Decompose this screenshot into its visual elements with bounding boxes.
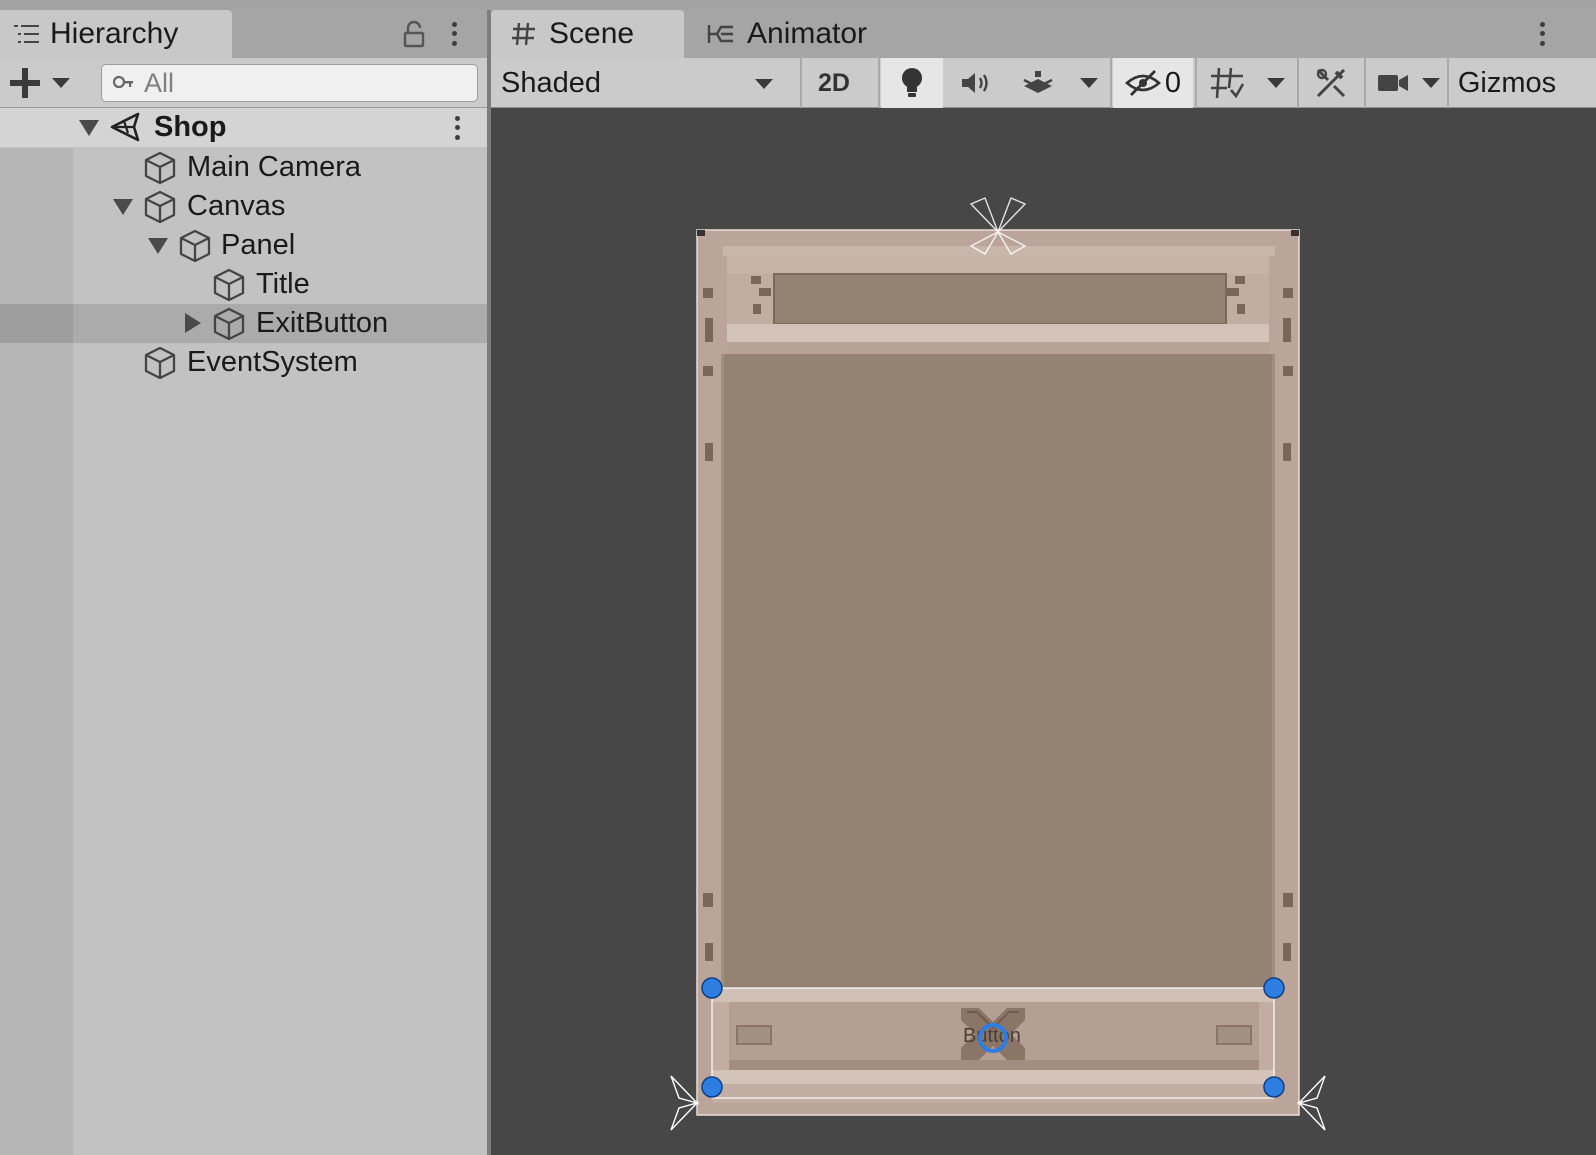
create-dropdown-button[interactable] bbox=[8, 66, 78, 100]
tree-item-label: EventSystem bbox=[187, 346, 358, 378]
tree-item-title[interactable]: Title bbox=[0, 265, 487, 304]
effects-layers-icon bbox=[1023, 71, 1053, 93]
tree-item-main-camera[interactable]: Main Camera bbox=[0, 148, 487, 187]
grid-dropdown[interactable] bbox=[1257, 58, 1295, 108]
scene-visibility-button[interactable]: 0 bbox=[1113, 58, 1193, 108]
toggle-2d-button[interactable]: 2D bbox=[803, 58, 865, 108]
camera-dropdown[interactable] bbox=[1417, 58, 1445, 108]
gizmos-label: Gizmos bbox=[1457, 66, 1557, 99]
chevron-down-icon bbox=[52, 78, 70, 88]
hierarchy-tab-label: Hierarchy bbox=[50, 17, 179, 50]
hidden-count: 0 bbox=[1164, 66, 1182, 99]
unity-scene-icon bbox=[110, 112, 140, 142]
tree-item-canvas[interactable]: Canvas bbox=[0, 187, 487, 226]
hierarchy-panel: Hierarchy All Shop Main Camera Canvas Pa… bbox=[0, 10, 487, 1155]
lighting-toggle-button[interactable] bbox=[881, 58, 943, 108]
chevron-down-icon bbox=[1080, 78, 1098, 88]
fold-arrow-expanded-icon[interactable] bbox=[113, 199, 133, 215]
toolbar-separator bbox=[1364, 58, 1366, 108]
speaker-icon bbox=[962, 73, 988, 93]
effects-dropdown[interactable] bbox=[1071, 58, 1107, 108]
hash-icon bbox=[512, 22, 535, 46]
effects-toggle-button[interactable] bbox=[1007, 58, 1069, 108]
hierarchy-menu-icon[interactable] bbox=[449, 20, 459, 48]
gameobject-cube-icon bbox=[144, 151, 176, 185]
tree-item-label: Title bbox=[256, 268, 310, 300]
hierarchy-search[interactable] bbox=[101, 64, 478, 102]
scene-row-shop[interactable]: Shop bbox=[0, 108, 487, 147]
hidden-eye-icon bbox=[1124, 70, 1161, 96]
shop-panel-image[interactable] bbox=[696, 229, 1300, 1116]
selection-gutter bbox=[0, 304, 73, 343]
scene-viewport[interactable]: Button bbox=[491, 108, 1596, 1155]
tools-button[interactable] bbox=[1300, 58, 1362, 108]
gameobject-cube-icon bbox=[179, 229, 211, 263]
plus-icon bbox=[10, 68, 40, 98]
chevron-down-icon bbox=[1422, 78, 1440, 88]
search-input[interactable] bbox=[144, 67, 444, 99]
title-bar-image[interactable] bbox=[727, 256, 1269, 354]
gameobject-cube-icon bbox=[144, 346, 176, 380]
scene-menu-icon[interactable] bbox=[1537, 20, 1547, 48]
grid-snap-icon bbox=[1211, 67, 1245, 99]
scene-tab-bar: Scene Animator bbox=[491, 10, 1596, 58]
animator-icon bbox=[707, 25, 733, 43]
video-camera-icon bbox=[1378, 75, 1408, 91]
tree-item-panel[interactable]: Panel bbox=[0, 226, 487, 265]
search-icon bbox=[112, 75, 133, 89]
tree-item-label: Canvas bbox=[187, 190, 286, 222]
animator-tab-label: Animator bbox=[747, 17, 868, 50]
hierarchy-tab-bar: Hierarchy bbox=[0, 10, 487, 58]
hierarchy-list-icon bbox=[14, 25, 39, 43]
camera-settings-button[interactable] bbox=[1367, 58, 1419, 108]
fold-arrow-expanded-icon[interactable] bbox=[148, 238, 168, 254]
grid-toggle-button[interactable] bbox=[1199, 58, 1255, 108]
scene-menu-icon[interactable] bbox=[452, 114, 462, 142]
button-text: Button bbox=[963, 1025, 1021, 1047]
tools-icon bbox=[1316, 68, 1346, 98]
tab-scene[interactable]: Scene bbox=[491, 10, 684, 58]
lightbulb-icon bbox=[902, 68, 922, 97]
toolbar-separator bbox=[1195, 58, 1197, 108]
audio-toggle-button[interactable] bbox=[945, 58, 1007, 108]
gizmos-button[interactable]: Gizmos bbox=[1450, 58, 1564, 108]
chevron-down-icon bbox=[755, 79, 773, 89]
toolbar-separator bbox=[1110, 58, 1112, 108]
hierarchy-toolbar bbox=[0, 58, 487, 108]
scene-toolbar: Shaded 2D 0 Gizmos bbox=[491, 58, 1596, 108]
gameobject-cube-icon bbox=[144, 190, 176, 224]
gameobject-cube-icon bbox=[213, 268, 245, 302]
shading-mode-label: Shaded bbox=[501, 66, 601, 99]
toolbar-separator bbox=[1447, 58, 1449, 108]
hierarchy-tree: Shop Main Camera Canvas Panel Title Exit… bbox=[0, 108, 487, 1155]
tree-item-event-system[interactable]: EventSystem bbox=[0, 343, 487, 382]
toggle-2d-label: 2D bbox=[818, 68, 850, 97]
shading-mode-dropdown[interactable]: Shaded bbox=[491, 58, 793, 108]
toolbar-separator bbox=[878, 58, 880, 108]
gameobject-cube-icon bbox=[213, 307, 245, 341]
scene-canvas-render[interactable]: Button bbox=[491, 108, 1596, 1155]
toolbar-separator bbox=[1297, 58, 1299, 108]
fold-arrow-collapsed-icon[interactable] bbox=[185, 313, 201, 333]
window-top-strip bbox=[0, 0, 1596, 10]
tab-animator[interactable]: Animator bbox=[705, 10, 905, 58]
fold-arrow-expanded-icon[interactable] bbox=[79, 120, 99, 136]
toolbar-separator bbox=[800, 58, 802, 108]
chevron-down-icon bbox=[1267, 78, 1285, 88]
exit-button-image[interactable]: Button bbox=[712, 988, 1274, 1103]
scene-tab-label: Scene bbox=[549, 17, 635, 50]
lock-icon[interactable] bbox=[402, 20, 426, 48]
tree-item-label: ExitButton bbox=[256, 307, 389, 339]
scene-panel: Scene Animator Shaded 2D 0 Gizmos Button bbox=[491, 10, 1596, 1155]
tab-hierarchy[interactable]: Hierarchy bbox=[0, 10, 232, 58]
scene-name: Shop bbox=[154, 111, 227, 143]
tree-item-label: Main Camera bbox=[187, 151, 362, 183]
tree-item-label: Panel bbox=[221, 229, 296, 261]
tree-item-exit-button[interactable]: ExitButton bbox=[0, 304, 487, 343]
